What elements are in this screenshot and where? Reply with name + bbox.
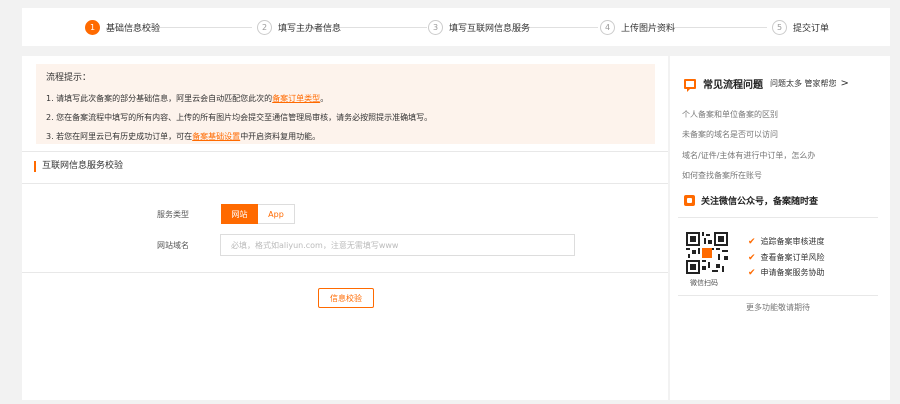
step-connector — [520, 27, 598, 28]
faq-title: 常见流程问题 — [703, 80, 763, 91]
tip-line-2: 2. 您在备案流程中填写的所有内容、上传的所有图片均会提交至通信管理局审核，请务… — [46, 113, 433, 122]
step-label: 上传图片资料 — [621, 23, 676, 34]
service-option-app[interactable]: App — [258, 204, 295, 224]
order-type-link[interactable]: 备案订单类型 — [272, 94, 320, 103]
feature-item: ✔ 追踪备案审核进度 — [748, 236, 825, 247]
tip-line-3: 3. 若您在阿里云已有历史成功订单，可在备案基础设置中开启资料复用功能。 — [46, 127, 645, 146]
step-number: 3 — [428, 19, 443, 35]
faq-item[interactable]: 如何查找备案所在账号 — [682, 170, 762, 181]
divider — [678, 217, 878, 218]
feature-label: 申请备案服务协助 — [760, 268, 825, 277]
faq-item[interactable]: 个人备案和单位备案的区别 — [682, 109, 778, 120]
tips-title: 流程提示： — [46, 73, 92, 83]
step-organizer-info: 2 填写主办者信息 — [257, 19, 341, 35]
basic-settings-link[interactable]: 备案基础设置 — [192, 132, 240, 141]
divider — [22, 151, 668, 152]
faq-item[interactable]: 域名/证件/主体有进行中订单，怎么办 — [682, 150, 815, 161]
tip-text: 3. 若您在阿里云已有历史成功订单，可在 — [46, 132, 193, 141]
feature-label: 查看备案订单风险 — [760, 253, 825, 262]
divider — [22, 183, 668, 184]
step-basic-info: 1 基础信息校验 — [85, 19, 160, 35]
step-label: 提交订单 — [793, 23, 830, 34]
chevron-right-icon[interactable]: > — [841, 78, 849, 89]
step-submit-order: 5 提交订单 — [772, 19, 829, 35]
step-internet-service: 3 填写互联网信息服务 — [428, 19, 530, 35]
faq-item[interactable]: 未备案的域名是否可以访问 — [682, 129, 778, 140]
qr-code-icon — [686, 232, 728, 274]
faq-more-link[interactable]: 问题太多 管家帮您 — [770, 78, 837, 89]
qr-label: 微信扫码 — [690, 279, 718, 287]
section-title: 互联网信息服务校验 — [34, 161, 123, 172]
step-label: 基础信息校验 — [106, 23, 161, 34]
help-sidebar: 常见流程问题 问题太多 管家帮您 > 个人备案和单位备案的区别 未备案的域名是否… — [670, 56, 890, 400]
step-label: 填写主办者信息 — [278, 23, 342, 34]
progress-steps: 1 基础信息校验 2 填写主办者信息 3 填写互联网信息服务 4 上传图片资料 … — [22, 8, 890, 46]
tip-text: 1. 请填写此次备案的部分基础信息，阿里云会自动匹配您此次的 — [46, 94, 273, 103]
tip-text: 中开启资料复用功能。 — [240, 132, 321, 141]
wechat-icon — [684, 195, 695, 206]
step-label: 填写互联网信息服务 — [449, 23, 531, 34]
wechat-header: 关注微信公众号，备案随时查 — [684, 194, 818, 207]
more-features-text: 更多功能敬请期待 — [746, 303, 810, 312]
service-option-website[interactable]: 网站 — [221, 204, 258, 224]
check-icon: ✔ — [748, 267, 756, 278]
chat-icon — [684, 78, 696, 92]
divider — [22, 272, 668, 273]
tip-text: 。 — [320, 94, 329, 103]
tip-line-1: 1. 请填写此次备案的部分基础信息，阿里云会自动匹配您此次的备案订单类型。 — [46, 89, 645, 108]
step-number: 4 — [600, 19, 615, 35]
main-panel: 流程提示： 1. 请填写此次备案的部分基础信息，阿里云会自动匹配您此次的备案订单… — [22, 56, 668, 400]
divider — [678, 295, 878, 296]
step-number: 5 — [772, 19, 787, 35]
service-type-label: 服务类型 — [157, 210, 189, 219]
feature-label: 追踪备案审核进度 — [760, 237, 825, 246]
step-number: 2 — [257, 19, 272, 35]
step-number: 1 — [85, 19, 100, 35]
check-icon: ✔ — [748, 236, 756, 247]
domain-label: 网站域名 — [157, 241, 189, 250]
service-type-toggle: 网站 App — [221, 204, 295, 224]
feature-item: ✔ 申请备案服务协助 — [748, 267, 825, 278]
feature-item: ✔ 查看备案订单风险 — [748, 252, 825, 263]
faq-header: 常见流程问题 问题太多 管家帮您 > — [684, 76, 849, 92]
wechat-title: 关注微信公众号，备案随时查 — [701, 197, 819, 207]
domain-input[interactable] — [220, 234, 575, 256]
step-upload-images: 4 上传图片资料 — [600, 19, 675, 35]
check-icon: ✔ — [748, 252, 756, 263]
verify-info-button[interactable]: 信息校验 — [318, 288, 374, 308]
process-tips: 流程提示： 1. 请填写此次备案的部分基础信息，阿里云会自动匹配您此次的备案订单… — [36, 64, 655, 144]
